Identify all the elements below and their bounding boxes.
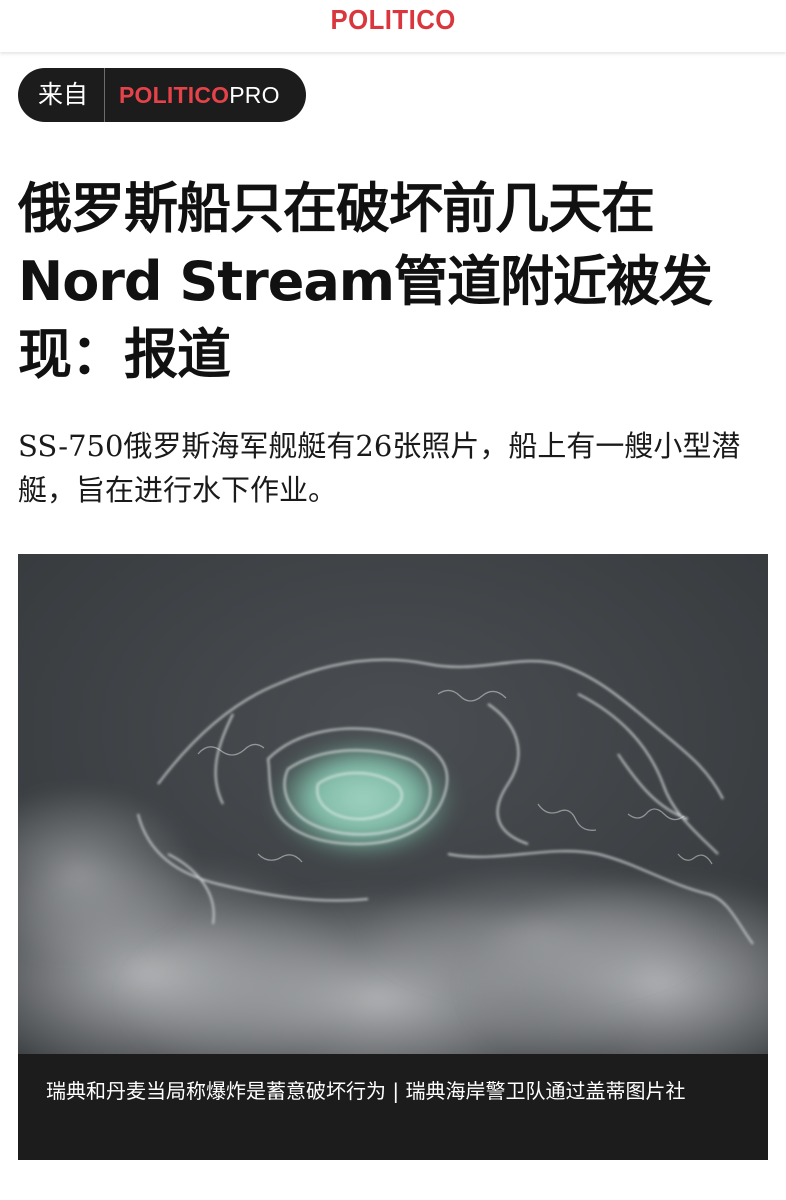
article-headline: 俄罗斯船只在破坏前几天在Nord Stream管道附近被发现：报道	[18, 177, 713, 386]
source-label: 来自	[18, 68, 106, 122]
politico-logo[interactable]: POLITICO	[330, 4, 455, 36]
article-photo	[18, 554, 768, 1054]
site-header: POLITICO	[0, 0, 786, 52]
politico-pro-main: POLITICO	[119, 81, 230, 108]
politico-pro-logo: POLITICOPRO	[105, 82, 280, 109]
image-caption-box: 瑞典和丹麦当局称爆炸是蓄意破坏行为 | 瑞典海岸警卫队通过盖蒂图片社	[18, 1054, 768, 1160]
politico-pro-suffix: PRO	[229, 81, 280, 108]
sea-bubbles-image	[18, 554, 768, 1054]
article-dek: SS-750俄罗斯海军舰艇有26张照片，船上有一艘小型潜艇，旨在进行水下作业。	[18, 429, 741, 507]
source-badge[interactable]: 来自 POLITICOPRO	[18, 68, 306, 122]
image-caption: 瑞典和丹麦当局称爆炸是蓄意破坏行为 | 瑞典海岸警卫队通过盖蒂图片社	[46, 1079, 686, 1103]
